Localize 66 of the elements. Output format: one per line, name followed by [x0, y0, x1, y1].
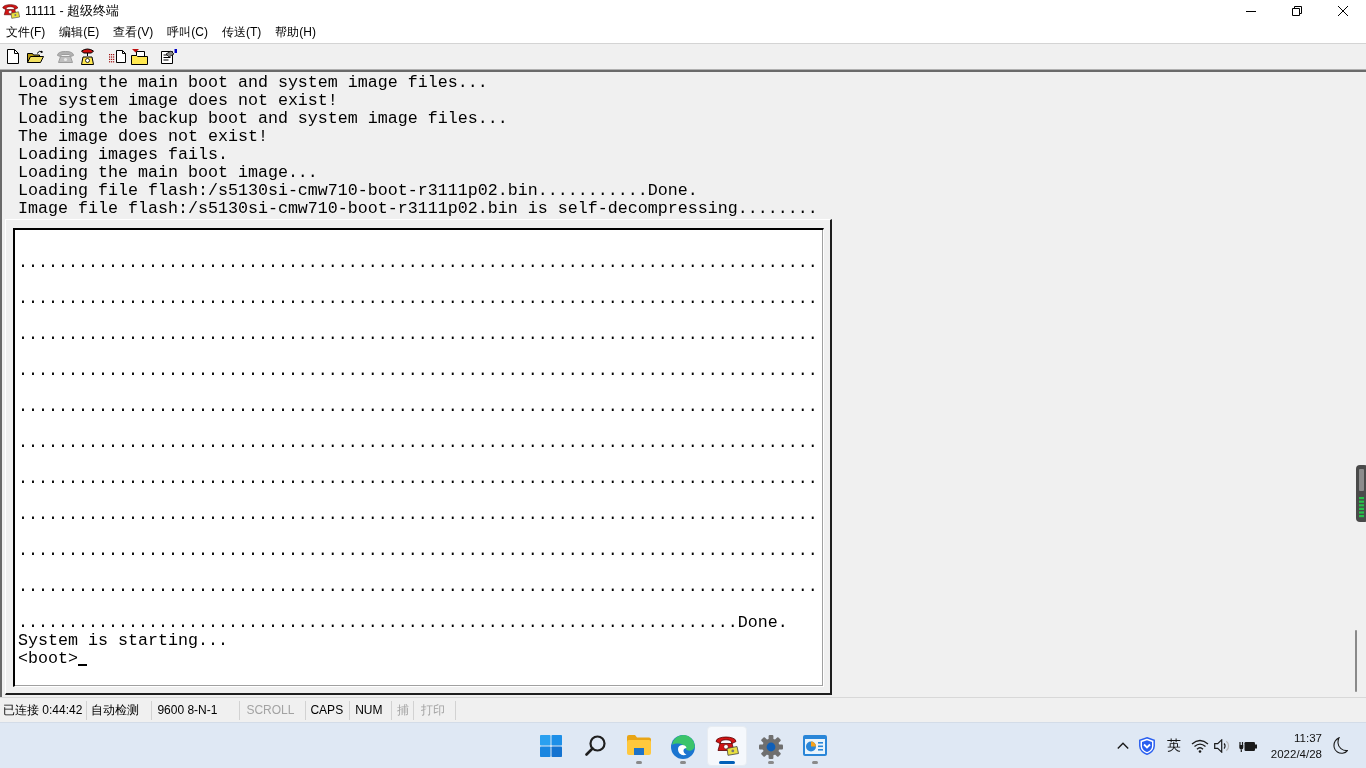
- dotted-page-icon: [108, 50, 126, 63]
- terminal-line: ................................................................................: [18, 470, 818, 488]
- restore-icon: [1292, 6, 1302, 16]
- scrollbar-thumb[interactable]: [1355, 630, 1357, 692]
- shield-icon[interactable]: [1138, 736, 1155, 755]
- telephone-icon: [80, 48, 94, 65]
- input-method-indicator[interactable]: 英: [1166, 736, 1181, 755]
- status-pane: 捕: [392, 700, 415, 720]
- search-icon: [584, 734, 606, 756]
- terminal-line: ................................................................................: [18, 398, 818, 416]
- browser-icon: [671, 734, 695, 759]
- terminal-line: Loading images fails.: [18, 146, 229, 164]
- terminal-line: ................................................................................: [18, 506, 818, 524]
- menu-item[interactable]: 帮助(H): [275, 24, 316, 41]
- terminal-line: ........................................................................Done.: [18, 614, 788, 632]
- terminal-line: Loading file flash:/s5130si-cmw710-boot-r3111p02.bin...........Done.: [18, 182, 699, 200]
- terminal-line: The system image does not exist!: [18, 92, 339, 110]
- page-pencil-icon: [161, 49, 177, 64]
- folder-icon: [627, 734, 651, 755]
- menu-item[interactable]: 呼叫(C): [167, 24, 208, 41]
- settings-icon: [759, 734, 783, 759]
- battery-icon[interactable]: [1238, 739, 1257, 752]
- terminal-line: ................................................................................: [18, 290, 818, 308]
- terminal-line: ................................................................................: [18, 542, 818, 560]
- close-icon: [1338, 6, 1348, 16]
- chart-window-icon: [803, 734, 827, 756]
- terminal-line: Loading the backup boot and system image files...: [18, 110, 509, 128]
- speaker-icon[interactable]: [1213, 738, 1230, 753]
- terminal-line: ................................................................................: [18, 434, 818, 452]
- terminal-line: ................................................................................: [18, 326, 818, 344]
- status-pane: 自动检测: [87, 700, 153, 720]
- terminal-line: The image does not exist!: [18, 128, 269, 146]
- terminal-line: Loading the main boot and system image files...: [18, 74, 489, 92]
- four-squares-icon: [540, 734, 562, 757]
- status-pane: 已连接 0:44:42: [0, 700, 88, 720]
- terminal-line: ................................................................................: [18, 362, 818, 380]
- minimize-icon: [1246, 10, 1256, 12]
- window-title: 11111 - 超级终端: [25, 2, 120, 20]
- terminal-line: ................................................................................: [18, 578, 818, 596]
- terminal-line: System is starting...: [18, 632, 228, 650]
- terminal-app-button[interactable]: [707, 725, 747, 766]
- terminal-line: Image file flash:/s5130si-cmw710-boot-r3111p02.bin is self-decompressing........: [18, 200, 818, 218]
- phone-icon: [715, 734, 739, 756]
- folder-arrow-icon: [130, 48, 148, 65]
- menu-item[interactable]: 传送(T): [222, 24, 262, 41]
- phone-icon[interactable]: [2, 3, 20, 19]
- meter-gadget-icon[interactable]: [1356, 465, 1366, 522]
- terminal-line: Loading the main boot image...: [18, 164, 319, 182]
- open-folder-icon: [26, 50, 44, 63]
- status-pane: SCROLL: [240, 700, 307, 720]
- moon-icon[interactable]: [1332, 737, 1348, 754]
- terminal-line: <boot>: [18, 650, 78, 668]
- desk-phone-icon: [56, 50, 74, 63]
- status-pane: 9600 8-N-1: [152, 700, 241, 720]
- menu-item[interactable]: 编辑(E): [59, 24, 100, 41]
- wifi-icon[interactable]: [1190, 738, 1209, 753]
- clock-time[interactable]: 11:37: [1294, 730, 1322, 745]
- terminal-line: ................................................................................: [18, 254, 818, 272]
- chevron-up-icon[interactable]: [1116, 742, 1129, 749]
- blank-page-icon: [7, 49, 19, 64]
- status-pane: CAPS: [306, 700, 351, 720]
- menu-item[interactable]: 查看(V): [113, 24, 154, 41]
- menu-item[interactable]: 文件(F): [6, 24, 46, 41]
- clock-date[interactable]: 2022/4/28: [1270, 746, 1322, 761]
- status-pane: NUM: [350, 700, 393, 720]
- status-pane: 打印: [414, 700, 457, 720]
